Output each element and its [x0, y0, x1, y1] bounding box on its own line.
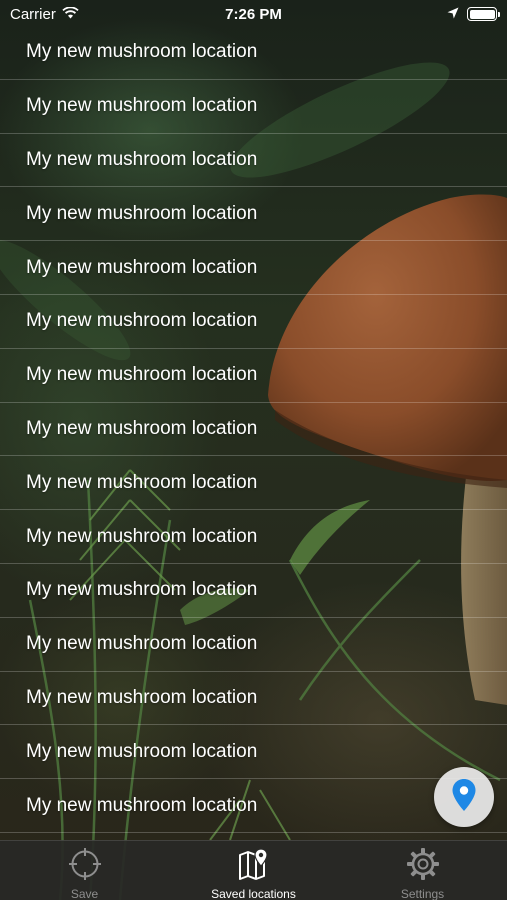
tab-bar: Save Saved locations Settings: [0, 840, 507, 900]
location-label: My new mushroom location: [26, 148, 258, 170]
location-label: My new mushroom location: [26, 525, 258, 547]
location-label: My new mushroom location: [26, 633, 258, 655]
wifi-icon: [62, 6, 79, 23]
list-item[interactable]: My new mushroom location: [0, 456, 507, 511]
tab-save[interactable]: Save: [0, 841, 169, 900]
battery-icon: [467, 7, 500, 21]
list-item[interactable]: My new mushroom location: [0, 403, 507, 457]
location-label: My new mushroom location: [26, 310, 258, 332]
list-item[interactable]: My new mushroom location: [0, 725, 507, 780]
list-item[interactable]: My new mushroom location: [0, 510, 507, 564]
tab-saved-locations[interactable]: Saved locations: [169, 841, 338, 900]
location-label: My new mushroom location: [26, 417, 258, 439]
location-label: My new mushroom location: [26, 95, 258, 117]
map-pin-list-icon: [237, 847, 271, 884]
status-bar: Carrier 7:26 PM: [0, 0, 507, 28]
list-item[interactable]: My new mushroom location: [0, 134, 507, 188]
list-item[interactable]: My new mushroom location: [0, 672, 507, 726]
location-label: My new mushroom location: [26, 202, 258, 224]
tab-saved-locations-label: Saved locations: [211, 887, 296, 900]
tab-settings-label: Settings: [400, 887, 445, 900]
saved-locations-list[interactable]: My new mushroom location My new mushroom…: [0, 26, 507, 840]
location-label: My new mushroom location: [26, 740, 258, 762]
list-item[interactable]: My new mushroom location: [0, 564, 507, 618]
carrier-group: Carrier: [10, 6, 79, 23]
list-item[interactable]: My new mushroom location: [0, 241, 507, 295]
carrier-label: Carrier: [10, 5, 56, 23]
list-item[interactable]: My new mushroom location: [0, 80, 507, 134]
map-pin-button[interactable]: [434, 767, 494, 827]
crosshair-icon: [68, 847, 102, 884]
location-label: My new mushroom location: [26, 364, 258, 386]
location-label: My new mushroom location: [26, 471, 258, 493]
location-label: My new mushroom location: [26, 579, 258, 601]
list-item[interactable]: My new mushroom location: [0, 295, 507, 349]
list-item[interactable]: My new mushroom location: [0, 26, 507, 80]
location-arrow-icon: [447, 6, 459, 23]
status-right-group: [447, 6, 500, 23]
list-item[interactable]: My new mushroom location: [0, 349, 507, 403]
tab-save-label: Save: [70, 887, 99, 900]
list-item[interactable]: My new mushroom location: [0, 779, 507, 833]
location-label: My new mushroom location: [26, 686, 258, 708]
list-item[interactable]: My new mushroom location: [0, 618, 507, 672]
list-item[interactable]: My new mushroom location: [0, 187, 507, 242]
gear-icon: [406, 847, 440, 884]
location-label: My new mushroom location: [26, 41, 258, 63]
location-label: My new mushroom location: [26, 794, 258, 816]
tab-settings[interactable]: Settings: [338, 841, 507, 900]
location-label: My new mushroom location: [26, 256, 258, 278]
map-pin-icon: [451, 778, 477, 817]
